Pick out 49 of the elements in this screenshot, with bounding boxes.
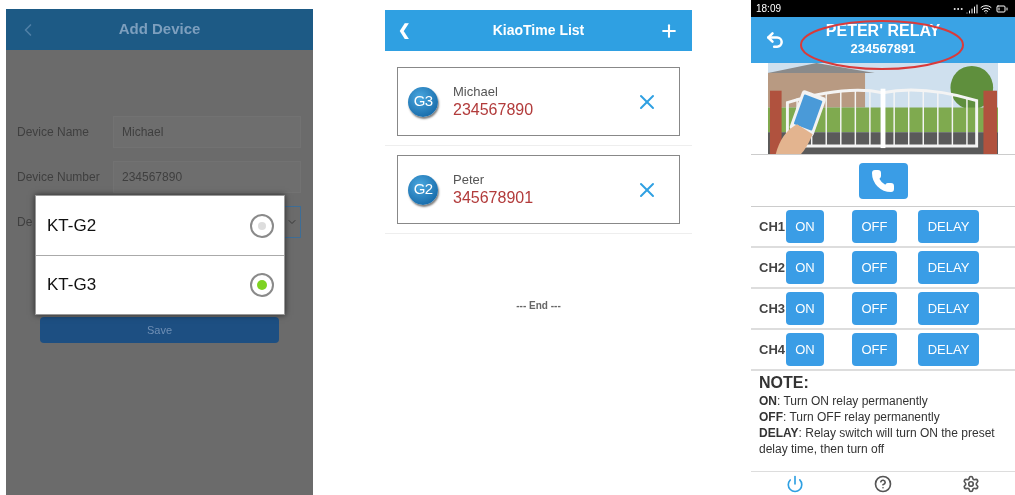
device-number: 234567890 [453,99,535,120]
relay-button[interactable]: DELAY [918,333,979,366]
status-time: 18:09 [756,2,782,16]
radio-button[interactable] [250,273,274,297]
relay-button[interactable]: OFF [852,251,897,284]
screen-title: PETER' RELAY [825,21,941,41]
model-badge: G3 [408,86,438,117]
battery-icon [994,2,1010,15]
relay-button[interactable]: OFF [852,210,897,243]
note-text: DELAY: Relay switch will turn ON the preset delay time, then turn off [759,425,996,457]
device-name: Michael [453,83,499,100]
device-number: 234567891 [850,41,916,57]
note-text: OFF: Turn OFF relay permanently [759,409,941,425]
back-button[interactable]: ❮ [398,19,411,42]
device-name: Peter [453,171,486,188]
wifi-icon [980,2,992,15]
relay-button[interactable]: ON [786,292,824,325]
channel-label: CH1 [759,217,786,236]
channel-label: CH4 [759,340,786,359]
relay-button[interactable]: DELAY [918,292,979,325]
relay-button[interactable]: DELAY [918,210,979,243]
channel-label: CH3 [759,299,786,318]
relay-button[interactable]: ON [786,251,824,284]
signal-icon [966,2,978,15]
call-button[interactable] [858,162,908,199]
relay-button[interactable]: OFF [852,333,897,366]
list-end-text: --- End --- [516,299,561,313]
channel-label: CH2 [759,258,786,277]
relay-button[interactable]: OFF [852,292,897,325]
model-badge: G2 [408,174,438,205]
screen-title: KiaoTime List [492,21,585,40]
settings-icon[interactable] [962,474,980,493]
relay-button[interactable]: DELAY [918,251,979,284]
power-icon[interactable] [786,474,804,493]
relay-button[interactable]: ON [786,333,824,366]
note-heading: NOTE: [759,373,810,393]
dialog-option[interactable]: KT-G2 [36,196,284,255]
device-number: 345678901 [453,187,535,208]
screen-title: Add Device [118,19,201,40]
save-button[interactable]: Save [40,317,279,344]
radio-button[interactable] [250,213,274,238]
note-text: ON: Turn ON relay permanently [759,393,929,409]
device-card[interactable]: G2 Peter 345678901 [397,155,680,224]
device-card[interactable]: G3 Michael 234567890 [397,67,680,136]
back-icon[interactable] [765,30,785,50]
dialog-option[interactable]: KT-G3 [36,255,284,314]
relay-button[interactable]: ON [786,210,824,243]
phone-icon [871,168,895,193]
help-icon[interactable] [874,474,892,493]
